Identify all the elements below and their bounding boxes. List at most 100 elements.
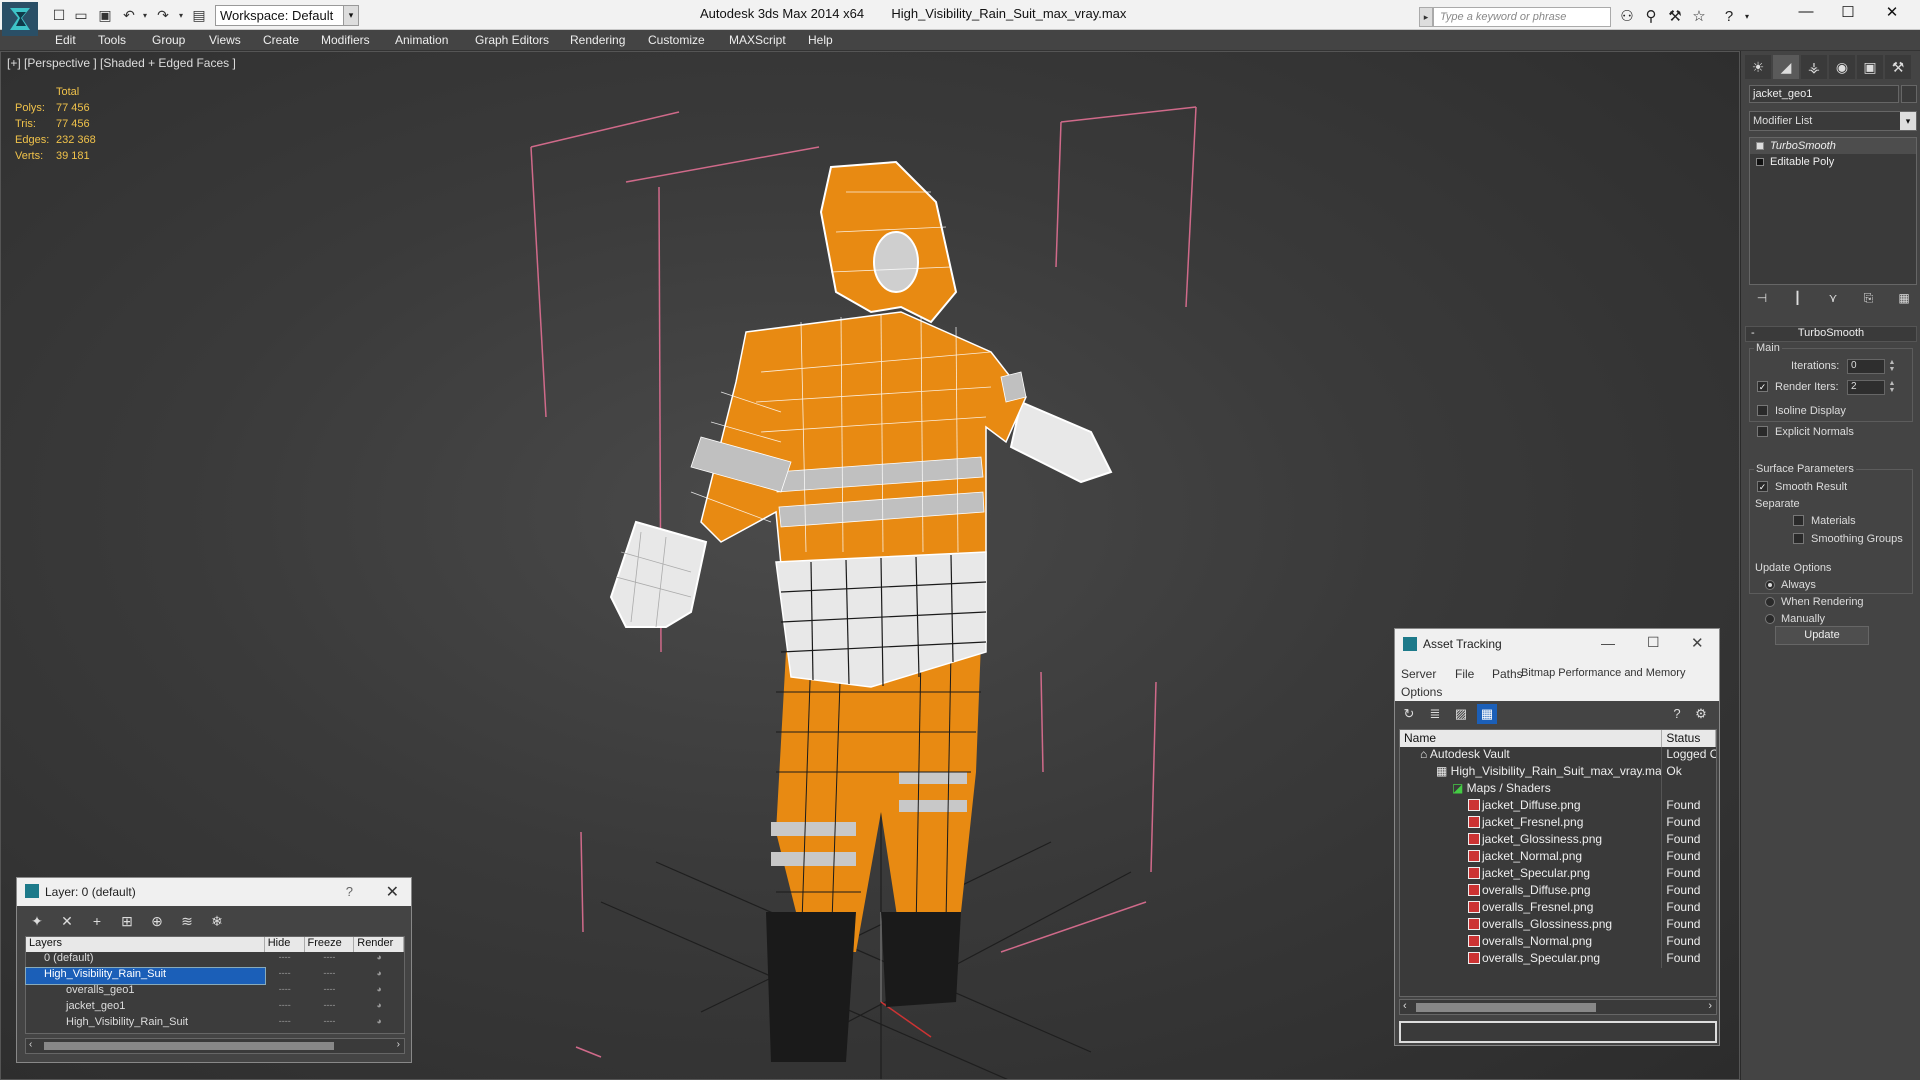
freeze-toggle[interactable]: ---- [305,1000,355,1016]
search-input[interactable]: Type a keyword or phrase [1433,7,1611,27]
redo-dropdown-icon[interactable]: ▾ [172,6,190,24]
asset-row[interactable]: overalls_Diffuse.png Found [1400,883,1716,900]
materials-checkbox[interactable] [1793,515,1804,526]
add-to-layer-icon[interactable]: + [85,910,109,932]
dialog-title-bar[interactable]: Layer: 0 (default) ? ✕ [17,878,411,906]
asset-row[interactable]: jacket_Diffuse.png Found [1400,798,1716,815]
menu-graph-editors[interactable]: Graph Editors [475,33,549,47]
column-header-layers[interactable]: Layers [26,937,265,952]
maximize-button[interactable]: ☐ [1647,634,1660,651]
scrollbar-thumb[interactable] [1416,1003,1596,1012]
create-layer-icon[interactable]: ✦ [25,910,49,932]
render-teapot-icon[interactable]: ◕ [354,968,404,984]
select-objects-icon[interactable]: ⊞ [115,910,139,932]
layer-row[interactable]: overalls_geo1 ---- ---- ◕ [26,984,404,1000]
modifier-list-dropdown[interactable]: Modifier List ▾ [1749,111,1917,131]
spinner-arrows-icon[interactable]: ▲ ▼ [1887,380,1897,395]
menu-customize[interactable]: Customize [648,33,705,47]
create-tab-icon[interactable]: ☀ [1745,55,1771,79]
column-header-hide[interactable]: Hide [265,937,305,952]
undo-dropdown-icon[interactable]: ▾ [136,6,154,24]
manually-radio[interactable] [1765,614,1775,624]
menu-rendering[interactable]: Rendering [570,33,625,47]
project-folder-icon[interactable]: ▤ [190,6,208,24]
bulb-icon[interactable] [1756,142,1764,150]
table-view-icon[interactable]: ▦ [1477,704,1497,724]
freeze-toggle[interactable]: ---- [305,968,355,984]
help-icon[interactable]: ? [1720,8,1738,26]
hide-toggle[interactable]: ---- [265,1016,305,1032]
delete-layer-icon[interactable]: ✕ [55,910,79,932]
hide-toggle[interactable]: ---- [265,1000,305,1016]
show-end-result-icon[interactable]: ┃ [1789,289,1807,307]
utilities-tab-icon[interactable]: ⚒ [1885,55,1911,79]
render-teapot-icon[interactable]: ◕ [354,1016,404,1032]
close-icon[interactable]: ✕ [386,882,399,902]
hide-toggle[interactable]: ---- [265,952,305,968]
always-radio[interactable] [1765,580,1775,590]
menu-group[interactable]: Group [152,33,185,47]
remove-modifier-icon[interactable]: ⎘ [1860,289,1878,307]
binoculars-icon[interactable]: ⚇ [1618,8,1636,26]
menu-file[interactable]: File [1455,667,1474,681]
help-dropdown-icon[interactable]: ▾ [1738,8,1756,26]
column-header-status[interactable]: Status [1662,730,1716,747]
make-unique-icon[interactable]: ⋎ [1824,289,1842,307]
list-view-icon[interactable]: ≣ [1425,704,1445,724]
layer-row[interactable]: 0 (default) ---- ---- ◕ [26,952,404,968]
asset-row[interactable]: jacket_Normal.png Found [1400,849,1716,866]
scrollbar-thumb[interactable] [44,1042,334,1050]
object-color-swatch[interactable] [1901,85,1917,103]
communication-icon[interactable]: ⚒ [1666,8,1684,26]
freeze-toggle[interactable]: ---- [305,952,355,968]
menu-options[interactable]: Options [1401,685,1442,699]
column-header-name[interactable]: Name [1400,730,1663,747]
explicit-normals-checkbox[interactable] [1757,426,1768,437]
render-teapot-icon[interactable]: ◕ [354,952,404,968]
scroll-left-icon[interactable]: ‹ [1403,1000,1407,1012]
thumbnail-view-icon[interactable]: ▨ [1451,704,1471,724]
menu-maxscript[interactable]: MAXScript [729,33,786,47]
update-button[interactable]: Update [1775,626,1869,645]
viewport-label[interactable]: [+] [Perspective ] [Shaded + Edged Faces… [7,56,236,70]
column-header-render[interactable]: Render [354,937,404,952]
menu-animation[interactable]: Animation [395,33,448,47]
maximize-button[interactable]: ☐ [1828,3,1868,25]
scroll-right-icon[interactable]: › [1708,1000,1712,1012]
menu-tools[interactable]: Tools [98,33,126,47]
render-teapot-icon[interactable]: ◕ [354,1000,404,1016]
asset-row[interactable]: overalls_Specular.png Found [1400,951,1716,968]
app-logo-button[interactable] [2,2,38,36]
refresh-icon[interactable]: ↻ [1399,704,1419,724]
asset-row[interactable]: ⌂ Autodesk Vault Logged Out [1400,747,1716,764]
asset-row[interactable]: ▦ High_Visibility_Rain_Suit_max_vray.max… [1400,764,1716,781]
search-expand-button[interactable]: ▸ [1419,7,1433,27]
spinner-arrows-icon[interactable]: ▲ ▼ [1887,359,1897,374]
expand-icon[interactable] [1756,158,1764,166]
pin-stack-icon[interactable]: ⊣ [1753,289,1771,307]
asset-row[interactable]: overalls_Glossiness.png Found [1400,917,1716,934]
layer-row[interactable]: jacket_geo1 ---- ---- ◕ [26,1000,404,1016]
layer-row[interactable]: High_Visibility_Rain_Suit ---- ---- ◕ [26,1016,404,1032]
workspace-expand-button[interactable]: ▾ [343,5,359,26]
save-file-icon[interactable]: ▣ [96,6,114,24]
menu-paths[interactable]: Paths [1492,667,1523,681]
menu-edit[interactable]: Edit [55,33,76,47]
asset-row[interactable]: jacket_Glossiness.png Found [1400,832,1716,849]
freeze-all-icon[interactable]: ❄ [205,910,229,932]
horizontal-scrollbar[interactable]: ‹ › [1399,999,1717,1015]
object-name-field[interactable]: jacket_geo1 [1749,85,1899,103]
open-file-icon[interactable]: ▭ [72,6,90,24]
hide-all-icon[interactable]: ≋ [175,910,199,932]
help-icon[interactable]: ? [1667,704,1687,724]
column-header-freeze[interactable]: Freeze [305,937,355,952]
menu-views[interactable]: Views [209,33,241,47]
render-teapot-icon[interactable]: ◕ [354,984,404,1000]
scroll-right-icon[interactable]: › [397,1039,400,1050]
favorites-star-icon[interactable]: ☆ [1690,8,1708,26]
dialog-title-bar[interactable]: Asset Tracking — ☐ ✕ [1395,629,1719,661]
iterations-spinner[interactable]: 0 [1847,359,1885,374]
close-button[interactable]: ✕ [1691,634,1704,652]
menu-bitmap-performance[interactable]: Bitmap Performance and Memory [1521,667,1685,679]
smoothing-groups-checkbox[interactable] [1793,533,1804,544]
